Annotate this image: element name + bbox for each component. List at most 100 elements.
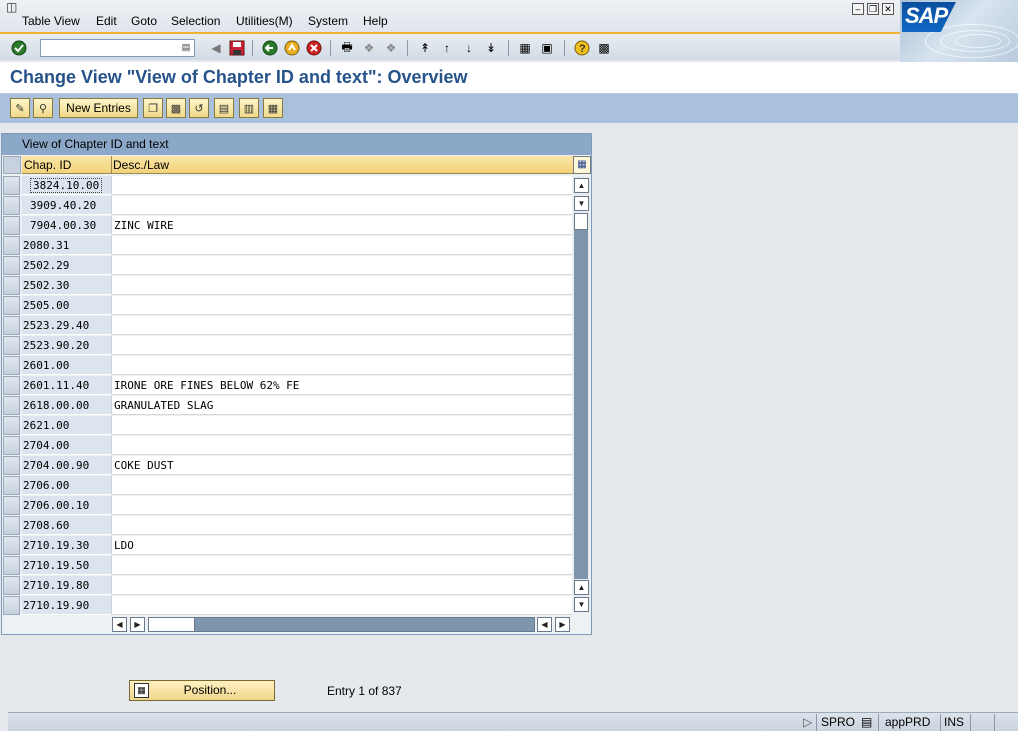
row-selector[interactable] — [3, 556, 20, 575]
cell-chap-id[interactable]: 2710.19.80 — [22, 576, 111, 595]
cell-desc-law[interactable]: LDO — [111, 536, 572, 555]
menu-help[interactable]: Help — [363, 14, 388, 28]
system-menu-icon[interactable]: ◫ — [6, 0, 22, 14]
cell-desc-law[interactable] — [111, 496, 572, 515]
copy-as-icon[interactable]: ❐ — [143, 98, 163, 118]
select-block-icon[interactable]: ▥ — [239, 98, 259, 118]
last-page-icon[interactable]: ↡ — [482, 39, 500, 57]
row-selector[interactable] — [3, 176, 20, 195]
row-selector[interactable] — [3, 256, 20, 275]
exit-icon[interactable] — [283, 39, 301, 57]
row-selector[interactable] — [3, 236, 20, 255]
row-selector[interactable] — [3, 576, 20, 595]
cell-desc-law[interactable] — [111, 236, 572, 255]
vertical-scrollbar[interactable]: ▲ ▼ ▲ ▼ — [573, 176, 590, 613]
cell-chap-id[interactable]: 3909.40.20 — [22, 196, 111, 215]
row-selector[interactable] — [3, 416, 20, 435]
row-selector[interactable] — [3, 216, 20, 235]
cell-desc-law[interactable]: COKE DUST — [111, 456, 572, 475]
cell-chap-id[interactable]: 2710.19.30 — [22, 536, 111, 555]
vertical-scroll-thumb[interactable] — [574, 213, 588, 230]
deselect-all-icon[interactable]: ▦ — [263, 98, 283, 118]
cell-chap-id[interactable]: 2706.00 — [22, 476, 111, 495]
cell-desc-law[interactable] — [111, 436, 572, 455]
scroll-up-icon[interactable]: ▲ — [574, 178, 589, 193]
cell-desc-law[interactable] — [111, 256, 572, 275]
cell-desc-law[interactable]: ZINC WIRE — [111, 216, 572, 235]
command-history-icon[interactable]: ▤ — [180, 42, 192, 54]
cancel-icon[interactable] — [305, 39, 323, 57]
menu-selection[interactable]: Selection — [171, 14, 220, 28]
undo-change-icon[interactable]: ↺ — [189, 98, 209, 118]
cell-chap-id[interactable]: 7904.00.30 — [22, 216, 111, 235]
scroll-right-end-icon[interactable]: ▶ — [555, 617, 570, 632]
cell-desc-law[interactable] — [111, 416, 572, 435]
column-header-desc-law[interactable]: Desc./Law — [113, 158, 169, 172]
horizontal-scrollbar[interactable]: ◀ ▶ ◀ ▶ — [112, 617, 572, 632]
new-entries-button[interactable]: New Entries — [59, 98, 138, 118]
row-selector[interactable] — [3, 456, 20, 475]
select-all-icon[interactable]: ▤ — [214, 98, 234, 118]
row-selector[interactable] — [3, 396, 20, 415]
cell-desc-law[interactable] — [111, 556, 572, 575]
back-arrow-icon[interactable]: ◀ — [207, 39, 225, 57]
cell-chap-id[interactable]: 2523.90.20 — [22, 336, 111, 355]
cell-chap-id[interactable]: 2502.29 — [22, 256, 111, 275]
cell-desc-law[interactable] — [111, 576, 572, 595]
cell-chap-id[interactable]: 2601.00 — [22, 356, 111, 375]
status-insert-mode[interactable]: INS — [944, 715, 964, 729]
row-selector[interactable] — [3, 336, 20, 355]
row-selector[interactable] — [3, 496, 20, 515]
menu-system[interactable]: System — [308, 14, 348, 28]
cell-chap-id[interactable]: 2710.19.90 — [22, 596, 111, 615]
create-session-icon[interactable]: ▦ — [516, 39, 534, 57]
position-button[interactable]: ▦ Position... — [129, 680, 275, 701]
cell-desc-law[interactable] — [111, 316, 572, 335]
command-field[interactable]: ▤ — [40, 39, 195, 57]
cell-desc-law[interactable] — [111, 476, 572, 495]
select-all-rows-button[interactable] — [3, 156, 21, 174]
first-page-icon[interactable]: ↟ — [416, 39, 434, 57]
menu-table-view[interactable]: Table View — [22, 14, 80, 28]
status-expand-icon[interactable]: ▷ — [803, 715, 812, 729]
restore-icon[interactable]: ❐ — [867, 3, 879, 15]
menu-goto[interactable]: Goto — [131, 14, 157, 28]
cell-chap-id[interactable]: 2618.00.00 — [22, 396, 111, 415]
cell-chap-id[interactable]: 3824.10.00 — [22, 176, 111, 195]
cell-desc-law[interactable] — [111, 176, 572, 195]
cell-chap-id[interactable]: 2706.00.10 — [22, 496, 111, 515]
find-next-icon[interactable]: ❖ — [382, 39, 400, 57]
row-selector[interactable] — [3, 536, 20, 555]
vertical-scroll-track[interactable] — [574, 230, 588, 579]
column-header-chap-id[interactable]: Chap. ID — [24, 158, 71, 172]
table-settings-icon[interactable]: ▦ — [573, 156, 591, 174]
command-input[interactable] — [41, 40, 176, 56]
scroll-down-icon[interactable]: ▼ — [574, 196, 589, 211]
cell-desc-law[interactable]: GRANULATED SLAG — [111, 396, 572, 415]
cell-chap-id[interactable]: 2704.00.90 — [22, 456, 111, 475]
row-selector[interactable] — [3, 436, 20, 455]
row-selector[interactable] — [3, 196, 20, 215]
shortcut-icon[interactable]: ▣ — [538, 39, 556, 57]
find-icon[interactable]: ❖ — [360, 39, 378, 57]
row-selector[interactable] — [3, 276, 20, 295]
help-icon[interactable]: ? — [573, 39, 591, 57]
cell-chap-id[interactable]: 2621.00 — [22, 416, 111, 435]
menu-edit[interactable]: Edit — [96, 14, 117, 28]
close-window-icon[interactable]: ✕ — [882, 3, 894, 15]
display-icon[interactable]: ⚲ — [33, 98, 53, 118]
page-up-icon[interactable]: ▲ — [574, 580, 589, 595]
menu-utilities[interactable]: Utilities(M) — [236, 14, 293, 28]
previous-page-icon[interactable]: ↑ — [438, 39, 456, 57]
back-icon[interactable] — [261, 39, 279, 57]
cell-desc-law[interactable] — [111, 516, 572, 535]
cell-desc-law[interactable] — [111, 276, 572, 295]
row-selector[interactable] — [3, 476, 20, 495]
cell-desc-law[interactable] — [111, 296, 572, 315]
page-down-icon[interactable]: ▼ — [574, 597, 589, 612]
horizontal-scroll-thumb[interactable] — [148, 617, 195, 632]
cell-chap-id[interactable]: 2710.19.50 — [22, 556, 111, 575]
display-change-icon[interactable]: ✎ — [10, 98, 30, 118]
cell-chap-id[interactable]: 2708.60 — [22, 516, 111, 535]
row-selector[interactable] — [3, 376, 20, 395]
